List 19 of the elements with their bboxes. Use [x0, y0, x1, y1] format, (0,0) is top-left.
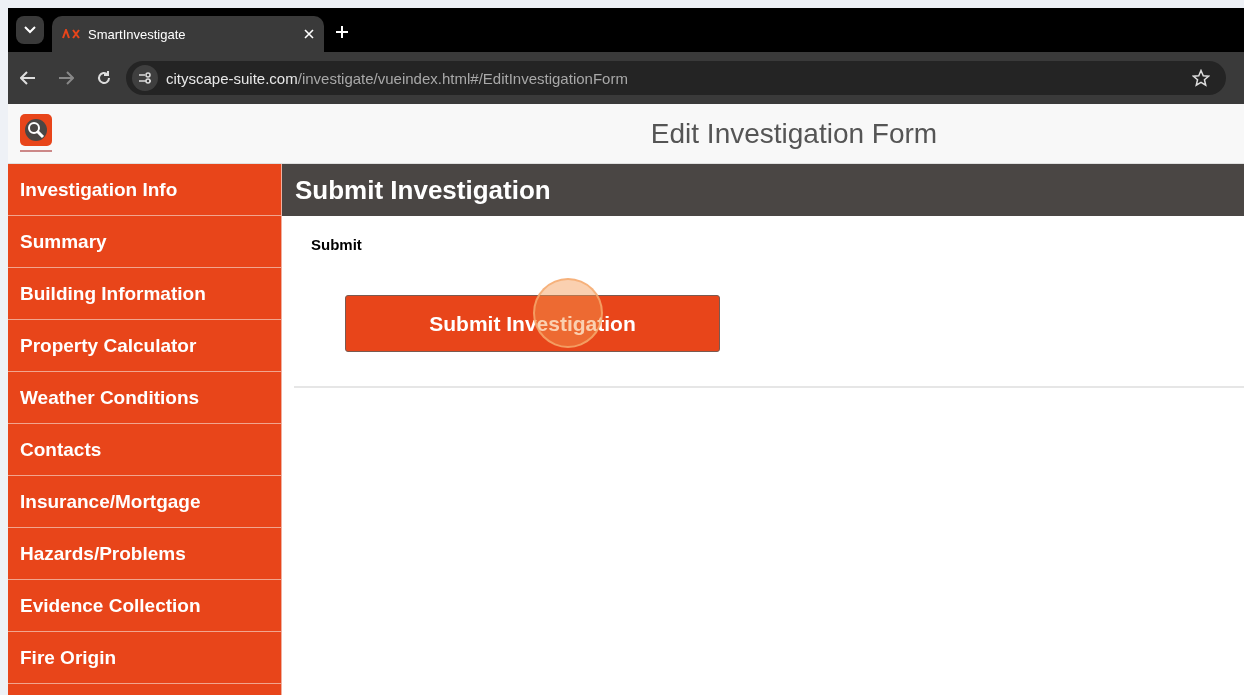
plus-icon[interactable]: [336, 26, 348, 38]
field-label: Submit: [310, 236, 363, 253]
browser-tab[interactable]: SmartInvestigate: [52, 16, 324, 52]
address-bar[interactable]: cityscape-suite.com/investigate/vueindex.html#/EditInvestigationForm: [126, 61, 1226, 95]
close-icon[interactable]: [304, 29, 314, 39]
forward-arrow-icon[interactable]: [58, 71, 74, 85]
star-icon[interactable]: [1192, 69, 1210, 87]
url-text: cityscape-suite.com/investigate/vueindex.html#/EditInvestigationForm: [166, 69, 629, 87]
submit-button[interactable]: Submit Investigation: [345, 295, 720, 352]
page-title: Edit Investigation Form: [649, 117, 939, 150]
favicon-icon: [62, 29, 80, 39]
back-arrow-icon[interactable]: [20, 71, 36, 85]
section-title: Submit Investigation: [282, 164, 1244, 216]
site-settings-icon[interactable]: [138, 72, 152, 84]
tab-menu-button[interactable]: [16, 16, 44, 44]
reload-icon[interactable]: [96, 70, 112, 86]
chevron-down-icon: [24, 26, 36, 34]
tab-title: SmartInvestigate: [88, 26, 187, 42]
app-logo-icon: [18, 113, 54, 154]
